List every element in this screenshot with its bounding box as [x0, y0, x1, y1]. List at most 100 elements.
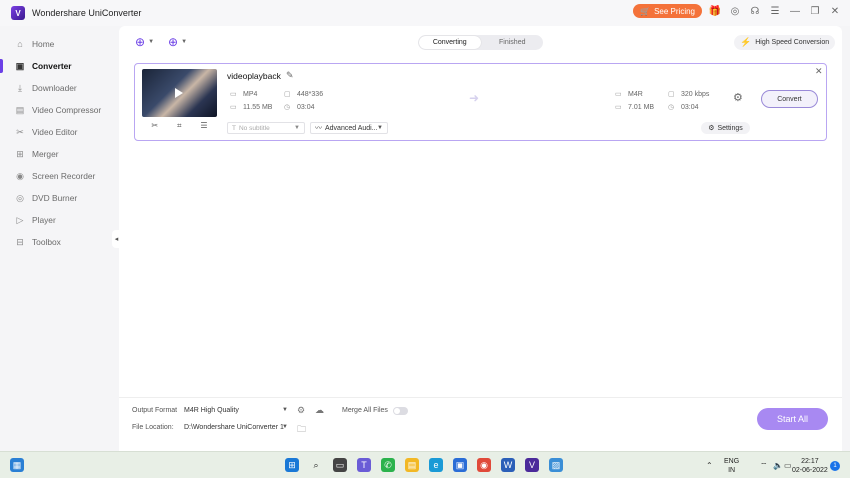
whatsapp-icon[interactable]: ✆	[381, 458, 395, 472]
play-icon	[175, 88, 183, 98]
folder-icon: ▭	[230, 104, 237, 111]
tab-converting[interactable]: Converting	[419, 36, 481, 49]
network-icon[interactable]: ⌔	[760, 461, 768, 471]
source-resolution: ▢ 448*336	[284, 90, 324, 99]
file-explorer-icon[interactable]: ▤	[405, 458, 419, 472]
task-view-icon[interactable]: ▭	[333, 458, 347, 472]
start-all-button[interactable]: Start All	[757, 408, 828, 430]
audio-wave-icon: 〰	[315, 125, 322, 132]
windows-taskbar: ▦ ⊞ ⌕ ▭ T ✆ ▤ e ▣ ◉ W V ▨ ⌃ ENG IN ⌔ 🔈 ▭…	[0, 451, 850, 478]
sidebar-item-merger[interactable]: ⊞ Merger	[0, 144, 119, 164]
search-icon[interactable]: ⌕	[309, 458, 323, 472]
open-folder-icon[interactable]: 🗀	[297, 422, 306, 438]
sidebar-item-label: Downloader	[32, 83, 77, 93]
recorder-icon: ◉	[16, 170, 24, 181]
remove-task-icon[interactable]: ✕	[815, 66, 823, 77]
task-card: ✂ ⌗ ☰ videoplayback ✎ ▭ MP4 ▢ 448*336 ▭ 11.…	[134, 63, 827, 141]
video-file-icon: ▭	[230, 91, 237, 98]
chevron-down-icon: ▼	[282, 424, 288, 430]
teams-icon[interactable]: T	[357, 458, 371, 472]
title-bar: V Wondershare UniConverter 🛒 See Pricing…	[0, 0, 850, 26]
sidebar-item-downloader[interactable]: ⤓ Downloader	[0, 78, 119, 98]
arrow-right-icon: ➜	[469, 91, 480, 105]
edge-icon[interactable]: e	[429, 458, 443, 472]
sidebar-item-label: DVD Burner	[32, 193, 78, 203]
target-size: ▭ 7.01 MB	[615, 103, 655, 112]
resolution-icon: ▢	[284, 91, 291, 98]
sidebar-item-label: Merger	[32, 149, 59, 159]
volume-icon[interactable]: 🔈	[773, 461, 783, 470]
crop-icon[interactable]: ⌗	[177, 121, 182, 131]
app-title: Wondershare UniConverter	[32, 8, 142, 18]
uniconverter-taskbar-icon[interactable]: V	[525, 458, 539, 472]
sidebar-item-video-compressor[interactable]: ▤ Video Compressor	[0, 100, 119, 120]
target-duration: ◷ 03:04	[668, 103, 699, 112]
windows-start-icon[interactable]: ⊞	[285, 458, 299, 472]
downloader-icon: ⤓	[18, 82, 22, 93]
sidebar-item-label: Screen Recorder	[32, 171, 96, 181]
video-thumbnail[interactable]	[142, 69, 217, 117]
effects-icon[interactable]: ☰	[200, 121, 207, 131]
maximize-icon[interactable]: ❐	[808, 4, 822, 18]
lightning-icon: ⚡	[740, 37, 752, 47]
photos-icon[interactable]: ▨	[549, 458, 563, 472]
source-size: ▭ 11.55 MB	[230, 103, 273, 112]
high-speed-conversion-button[interactable]: ⚡ High Speed Conversion	[734, 35, 836, 50]
widgets-icon[interactable]: ▦	[10, 458, 24, 472]
output-settings-icon[interactable]: ⚙	[733, 91, 743, 104]
chrome-icon[interactable]: ◉	[477, 458, 491, 472]
cart-icon: 🛒	[640, 6, 651, 16]
bitrate-icon: ▢	[668, 91, 675, 98]
high-speed-label: High Speed Conversion	[755, 39, 830, 46]
word-icon[interactable]: W	[501, 458, 515, 472]
menu-icon[interactable]: ☰	[768, 4, 782, 18]
edit-name-icon[interactable]: ✎	[286, 70, 294, 81]
clock-icon: ◷	[284, 104, 291, 111]
support-icon[interactable]: ☊	[748, 4, 762, 18]
merge-toggle[interactable]	[393, 407, 408, 415]
chevron-up-icon[interactable]: ⌃	[706, 461, 713, 470]
subtitle-icon: T	[232, 124, 236, 132]
audio-track-select[interactable]: 〰 Advanced Audi... ▼	[310, 122, 388, 134]
convert-button[interactable]: Convert	[761, 90, 818, 108]
chevron-down-icon: ▼	[148, 39, 155, 45]
sidebar-item-home[interactable]: ⌂ Home	[0, 34, 119, 54]
output-format-select[interactable]: M4R High Quality ▼	[184, 404, 288, 416]
language-indicator[interactable]: ENG IN	[724, 457, 739, 475]
chevron-down-icon: ▼	[282, 407, 288, 413]
settings-label: Settings	[717, 124, 743, 132]
main-panel: ⊕ ▼ ⊕ ▼ Converting Finished ⚡ High Speed C…	[119, 26, 842, 451]
user-icon[interactable]: ◎	[728, 4, 742, 18]
sidebar-item-dvd-burner[interactable]: ◎ DVD Burner	[0, 188, 119, 208]
cloud-upload-icon[interactable]: ☁	[315, 405, 324, 416]
sidebar: ⌂ Home ▣ Converter ⤓ Downloader ▤ Video …	[0, 26, 119, 467]
battery-icon[interactable]: ▭	[784, 461, 792, 470]
see-pricing-button[interactable]: 🛒 See Pricing	[633, 4, 702, 18]
sidebar-item-toolbox[interactable]: ⊟ Toolbox	[0, 232, 119, 252]
sidebar-item-video-editor[interactable]: ✂ Video Editor	[0, 122, 119, 142]
settings-button[interactable]: ⚙ Settings	[701, 122, 750, 134]
gear-icon: ⚙	[708, 125, 715, 132]
merger-icon: ⊞	[16, 148, 24, 159]
add-files-button[interactable]: ⊕ ▼	[135, 35, 154, 49]
sidebar-item-label: Video Editor	[32, 127, 78, 137]
file-location-select[interactable]: D:\Wondershare UniConverter 1 ▼	[184, 421, 288, 433]
close-icon[interactable]: ✕	[828, 4, 842, 18]
subtitle-select[interactable]: T No subtitle ▼	[227, 122, 305, 134]
tab-finished[interactable]: Finished	[482, 35, 544, 50]
sidebar-item-label: Home	[32, 39, 55, 49]
add-from-device-button[interactable]: ⊕ ▼	[168, 35, 187, 49]
format-settings-icon[interactable]: ⚙	[297, 405, 305, 416]
notification-badge[interactable]: 1	[830, 461, 840, 471]
home-icon: ⌂	[17, 39, 23, 49]
see-pricing-label: See Pricing	[654, 6, 695, 16]
trim-icon[interactable]: ✂	[151, 121, 158, 131]
sidebar-item-screen-recorder[interactable]: ◉ Screen Recorder	[0, 166, 119, 186]
sidebar-item-converter[interactable]: ▣ Converter	[0, 56, 119, 76]
sidebar-item-player[interactable]: ▷ Player	[0, 210, 119, 230]
minimize-icon[interactable]: —	[788, 4, 802, 18]
folder-icon: ▭	[615, 104, 622, 111]
gift-icon[interactable]: 🎁	[708, 4, 722, 18]
clock[interactable]: 22:17 02-06-2022	[792, 457, 828, 475]
store-icon[interactable]: ▣	[453, 458, 467, 472]
